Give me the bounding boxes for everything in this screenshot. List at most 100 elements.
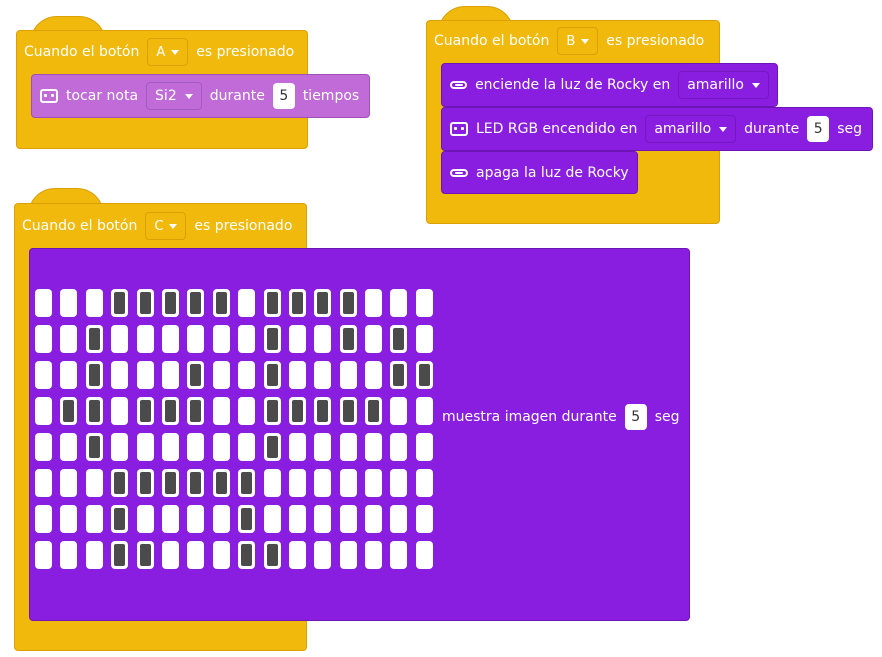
led-cell[interactable] xyxy=(314,397,332,425)
led-cell[interactable] xyxy=(390,541,408,569)
led-cell[interactable] xyxy=(390,325,408,353)
led-cell[interactable] xyxy=(161,541,179,569)
led-cell[interactable] xyxy=(60,433,78,461)
led-cell[interactable] xyxy=(187,397,205,425)
led-cell[interactable] xyxy=(365,361,383,389)
led-cell[interactable] xyxy=(263,469,281,497)
led-cell[interactable] xyxy=(288,325,306,353)
led-cell[interactable] xyxy=(136,289,154,317)
led-cell[interactable] xyxy=(35,289,52,317)
led-cell[interactable] xyxy=(339,325,357,353)
led-cell[interactable] xyxy=(60,469,78,497)
led-cell[interactable] xyxy=(263,325,281,353)
rgb-color-select[interactable]: amarillo xyxy=(645,115,737,143)
led-cell[interactable] xyxy=(161,289,179,317)
led-cell[interactable] xyxy=(111,325,129,353)
led-cell[interactable] xyxy=(187,325,205,353)
led-cell[interactable] xyxy=(212,541,230,569)
led-cell[interactable] xyxy=(390,505,408,533)
led-cell[interactable] xyxy=(161,325,179,353)
led-cell[interactable] xyxy=(111,361,129,389)
led-cell[interactable] xyxy=(161,361,179,389)
led-cell[interactable] xyxy=(136,361,154,389)
led-cell[interactable] xyxy=(238,397,256,425)
led-cell[interactable] xyxy=(314,325,332,353)
led-cell[interactable] xyxy=(187,289,205,317)
led-cell[interactable] xyxy=(314,433,332,461)
led-cell[interactable] xyxy=(212,361,230,389)
button-select-c[interactable]: C xyxy=(145,212,187,240)
led-cell[interactable] xyxy=(85,397,103,425)
led-cell[interactable] xyxy=(288,397,306,425)
led-cell[interactable] xyxy=(339,289,357,317)
led-cell[interactable] xyxy=(238,325,256,353)
led-cell[interactable] xyxy=(187,541,205,569)
led-cell[interactable] xyxy=(212,397,230,425)
led-cell[interactable] xyxy=(187,433,205,461)
seconds-input[interactable]: 5 xyxy=(807,116,830,142)
led-cell[interactable] xyxy=(365,469,383,497)
led-cell[interactable] xyxy=(314,289,332,317)
button-select-b[interactable]: B xyxy=(557,27,599,55)
led-cell[interactable] xyxy=(390,289,408,317)
led-cell[interactable] xyxy=(35,469,52,497)
led-cell[interactable] xyxy=(212,505,230,533)
light-color-select[interactable]: amarillo xyxy=(678,71,769,99)
led-cell[interactable] xyxy=(314,361,332,389)
led-cell[interactable] xyxy=(35,397,52,425)
led-cell[interactable] xyxy=(314,541,332,569)
led-cell[interactable] xyxy=(288,289,306,317)
led-cell[interactable] xyxy=(85,541,103,569)
led-cell[interactable] xyxy=(365,541,383,569)
led-cell[interactable] xyxy=(288,505,306,533)
led-cell[interactable] xyxy=(60,541,78,569)
led-cell[interactable] xyxy=(263,433,281,461)
led-cell[interactable] xyxy=(415,361,433,389)
led-cell[interactable] xyxy=(238,505,256,533)
led-cell[interactable] xyxy=(415,505,433,533)
button-select-a[interactable]: A xyxy=(147,38,189,66)
led-cell[interactable] xyxy=(263,397,281,425)
led-cell[interactable] xyxy=(415,325,433,353)
led-cell[interactable] xyxy=(314,469,332,497)
led-cell[interactable] xyxy=(85,469,103,497)
led-cell[interactable] xyxy=(390,469,408,497)
led-matrix-editor[interactable] xyxy=(35,289,433,569)
led-cell[interactable] xyxy=(365,289,383,317)
led-cell[interactable] xyxy=(288,433,306,461)
led-cell[interactable] xyxy=(415,469,433,497)
note-select[interactable]: Si2 xyxy=(146,82,202,110)
led-cell[interactable] xyxy=(60,289,78,317)
led-cell[interactable] xyxy=(85,361,103,389)
led-cell[interactable] xyxy=(136,541,154,569)
led-cell[interactable] xyxy=(365,505,383,533)
led-cell[interactable] xyxy=(415,289,433,317)
led-cell[interactable] xyxy=(415,433,433,461)
led-cell[interactable] xyxy=(365,397,383,425)
led-cell[interactable] xyxy=(415,397,433,425)
led-cell[interactable] xyxy=(263,289,281,317)
led-cell[interactable] xyxy=(60,505,78,533)
led-cell[interactable] xyxy=(212,325,230,353)
led-cell[interactable] xyxy=(238,469,256,497)
led-cell[interactable] xyxy=(339,541,357,569)
led-cell[interactable] xyxy=(212,289,230,317)
led-cell[interactable] xyxy=(161,433,179,461)
led-cell[interactable] xyxy=(60,397,78,425)
led-cell[interactable] xyxy=(161,397,179,425)
led-cell[interactable] xyxy=(111,469,129,497)
led-cell[interactable] xyxy=(111,541,129,569)
led-cell[interactable] xyxy=(238,289,256,317)
image-seconds-input[interactable]: 5 xyxy=(624,404,647,430)
led-cell[interactable] xyxy=(339,433,357,461)
led-cell[interactable] xyxy=(365,325,383,353)
led-cell[interactable] xyxy=(365,433,383,461)
led-cell[interactable] xyxy=(187,505,205,533)
rgb-led-block[interactable]: LED RGB encendido en amarillo durante 5 … xyxy=(441,107,873,151)
led-cell[interactable] xyxy=(288,541,306,569)
led-cell[interactable] xyxy=(238,361,256,389)
play-note-block[interactable]: tocar nota Si2 durante 5 tiempos xyxy=(31,74,370,118)
led-cell[interactable] xyxy=(339,469,357,497)
led-cell[interactable] xyxy=(161,469,179,497)
led-cell[interactable] xyxy=(339,361,357,389)
